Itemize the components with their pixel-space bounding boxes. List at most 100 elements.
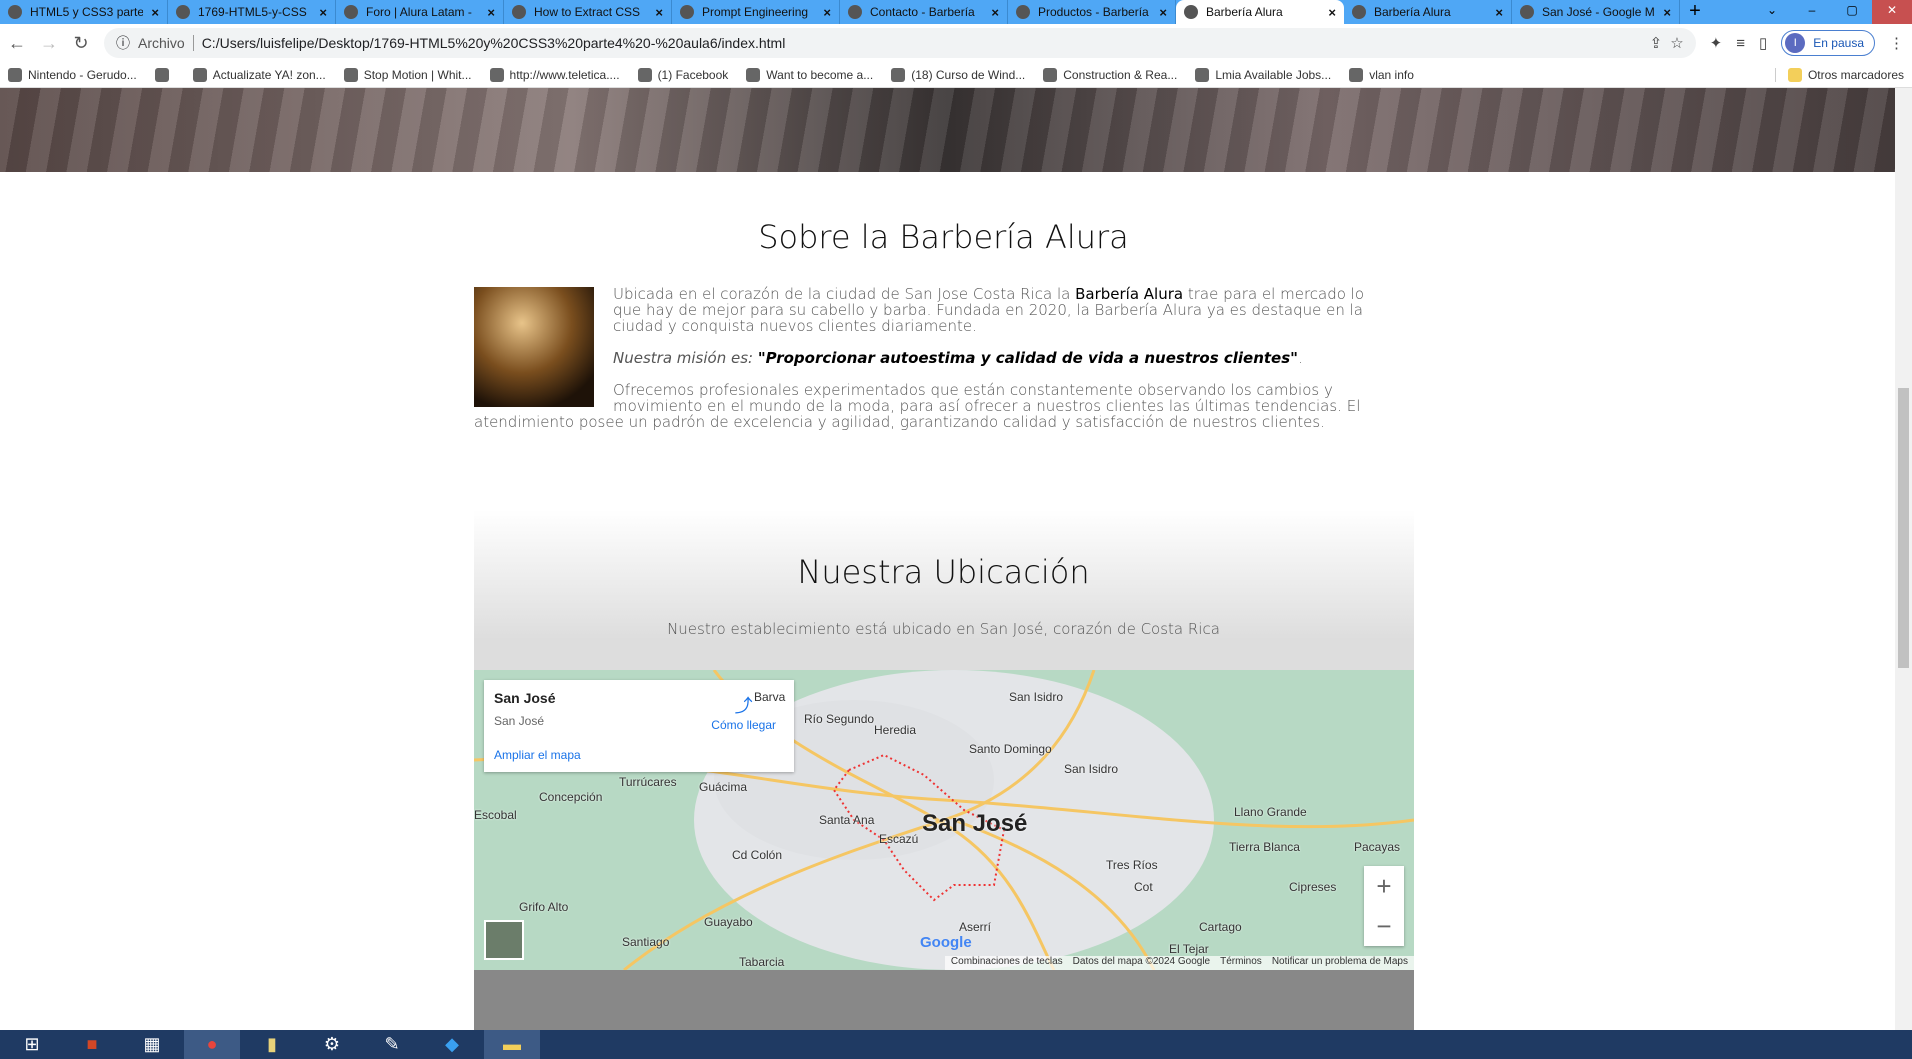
maps-icon	[1520, 5, 1534, 19]
sidepanel-icon[interactable]: ▯	[1759, 34, 1767, 52]
close-tab-icon[interactable]: ×	[319, 5, 327, 20]
maximize-icon[interactable]: ▢	[1832, 0, 1872, 24]
tab[interactable]: 1769-HTML5-y-CSS ×	[168, 0, 336, 24]
bookmark-item[interactable]: Lmia Available Jobs...	[1195, 67, 1331, 82]
tab-label: Barbería Alura	[1374, 5, 1451, 19]
window-controls: ⌄ – ▢ ✕	[1752, 0, 1912, 24]
back-icon[interactable]: ←	[8, 33, 26, 54]
zoom-in-button[interactable]: +	[1364, 866, 1404, 906]
bookmark-favicon-icon	[1043, 67, 1058, 82]
avatar: I	[1785, 33, 1806, 53]
globe-icon	[1184, 5, 1198, 19]
new-tab-button[interactable]: +	[1680, 0, 1710, 24]
bookmark-item[interactable]: Want to become a...	[746, 67, 873, 82]
url-text[interactable]: C:/Users/luisfelipe/Desktop/1769-HTML5%2…	[202, 35, 786, 51]
close-window-icon[interactable]: ✕	[1872, 0, 1912, 24]
menu-icon[interactable]: ⋮	[1889, 34, 1904, 52]
close-tab-icon[interactable]: ×	[991, 5, 999, 20]
tab[interactable]: Barbería Alura ×	[1344, 0, 1512, 24]
control-panel-icon[interactable]: ▦	[124, 1030, 180, 1059]
settings-icon[interactable]: ⚙	[304, 1030, 360, 1059]
bookmark-favicon-icon	[343, 67, 358, 82]
forward-icon[interactable]: →	[40, 33, 58, 54]
bookmark-item[interactable]: vlan info	[1349, 67, 1414, 82]
bookmark-favicon-icon	[8, 67, 22, 82]
tab[interactable]: How to Extract CSS ×	[504, 0, 672, 24]
zoom-out-button[interactable]: −	[1364, 906, 1404, 946]
scrollbar-thumb[interactable]	[1898, 388, 1909, 668]
bookmark-item[interactable]: (18) Curso de Wind...	[891, 67, 1025, 82]
map-place-label: Grifo Alto	[519, 900, 569, 914]
notepad-icon[interactable]: ✎	[364, 1030, 420, 1059]
minimize-icon[interactable]: –	[1792, 0, 1832, 24]
bookmark-item[interactable]: http://www.teletica....	[489, 67, 620, 82]
tab[interactable]: HTML5 y CSS3 parte ×	[0, 0, 168, 24]
other-bookmarks[interactable]: Otros marcadores	[1774, 67, 1904, 82]
close-tab-icon[interactable]: ×	[823, 5, 831, 20]
close-tab-icon[interactable]: ×	[1495, 5, 1503, 20]
info-icon[interactable]: ⓘ	[116, 33, 130, 53]
tab[interactable]: Foro | Alura Latam - ×	[336, 0, 504, 24]
about-text: Ubicada en el corazón de la ciudad de Sa…	[474, 286, 1394, 446]
tab[interactable]: Productos - Barbería ×	[1008, 0, 1176, 24]
bookmark-item[interactable]	[154, 67, 175, 82]
close-tab-icon[interactable]: ×	[655, 5, 663, 20]
bookmark-item[interactable]: Construction & Rea...	[1043, 67, 1177, 82]
profile-button[interactable]: I En pausa	[1781, 30, 1875, 56]
tab-bar: HTML5 y CSS3 parte × 1769-HTML5-y-CSS × Foro…	[0, 0, 1912, 24]
map-attribution-link[interactable]: Notificar un problema de Maps	[1272, 956, 1408, 970]
scheme-label: Archivo	[138, 35, 194, 51]
vscode-icon[interactable]: ◆	[424, 1030, 480, 1059]
file-icon[interactable]: ▮	[244, 1030, 300, 1059]
close-tab-icon[interactable]: ×	[1328, 5, 1336, 20]
tab[interactable]: San José - Google M ×	[1512, 0, 1680, 24]
tab-label: How to Extract CSS	[534, 5, 641, 19]
bookmark-favicon-icon	[891, 67, 906, 82]
close-tab-icon[interactable]: ×	[151, 5, 159, 20]
extensions-icon[interactable]: ✦	[1710, 34, 1723, 52]
folder-icon	[1787, 67, 1802, 82]
map-place-label: Turrúcares	[619, 775, 677, 789]
powerpoint-icon[interactable]: ■	[64, 1030, 120, 1059]
chrome-icon[interactable]: ●	[184, 1030, 240, 1059]
tab[interactable]: Barbería Alura ×	[1176, 0, 1344, 24]
tab-label: 1769-HTML5-y-CSS	[198, 5, 307, 19]
page-scrollbar[interactable]	[1895, 88, 1912, 1030]
tab-search-icon[interactable]: ⌄	[1752, 0, 1792, 24]
tab-label: Contacto - Barbería	[870, 5, 975, 19]
close-tab-icon[interactable]: ×	[1159, 5, 1167, 20]
map-place-label: Heredia	[874, 723, 917, 737]
start-icon[interactable]: ⊞	[4, 1030, 60, 1059]
address-bar[interactable]: ⓘ Archivo C:/Users/luisfelipe/Desktop/17…	[104, 28, 1696, 58]
map-attribution-link[interactable]: Datos del mapa ©2024 Google	[1073, 956, 1210, 970]
bookmark-favicon-icon	[1349, 67, 1364, 82]
page-icon	[680, 5, 694, 19]
about-title: Sobre la Barbería Alura	[758, 218, 1129, 256]
tab[interactable]: Prompt Engineering ×	[672, 0, 840, 24]
share-icon[interactable]: ⇪	[1650, 34, 1663, 52]
map-attribution: Combinaciones de teclas Datos del mapa ©2…	[944, 956, 1414, 970]
bookmark-favicon-icon	[192, 67, 207, 82]
star-icon[interactable]: ☆	[1670, 34, 1683, 52]
map-place-label: Cd Colón	[732, 848, 783, 862]
enlarge-map-link[interactable]: Ampliar el mapa	[494, 748, 581, 762]
bookmark-item[interactable]: Nintendo - Gerudo...	[8, 67, 137, 82]
bookmark-item[interactable]: Actualizate YA! zon...	[192, 67, 326, 82]
reload-icon[interactable]: ↻	[72, 33, 90, 54]
google-map[interactable]: San José San José ⤴ Cómo llegar Ampliar e…	[474, 670, 1414, 970]
tab[interactable]: Contacto - Barbería ×	[840, 0, 1008, 24]
bookmark-item[interactable]: Stop Motion | Whit...	[343, 67, 472, 82]
map-place-label: San Isidro	[1009, 690, 1064, 704]
map-place-label: Santiago	[622, 935, 670, 949]
map-place-label: Cipreses	[1289, 880, 1337, 894]
satellite-toggle[interactable]	[484, 920, 524, 960]
bookmark-item[interactable]: (1) Facebook	[637, 67, 728, 82]
file-explorer-icon[interactable]: ▬	[484, 1030, 540, 1059]
close-tab-icon[interactable]: ×	[487, 5, 495, 20]
media-icon[interactable]: ≡	[1736, 35, 1745, 52]
map-attribution-link[interactable]: Términos	[1220, 956, 1262, 970]
close-tab-icon[interactable]: ×	[1663, 5, 1671, 20]
map-attribution-link[interactable]: Combinaciones de teclas	[951, 956, 1063, 970]
map-place-label: Pacayas	[1354, 840, 1401, 854]
google-logo: Google	[920, 934, 972, 951]
